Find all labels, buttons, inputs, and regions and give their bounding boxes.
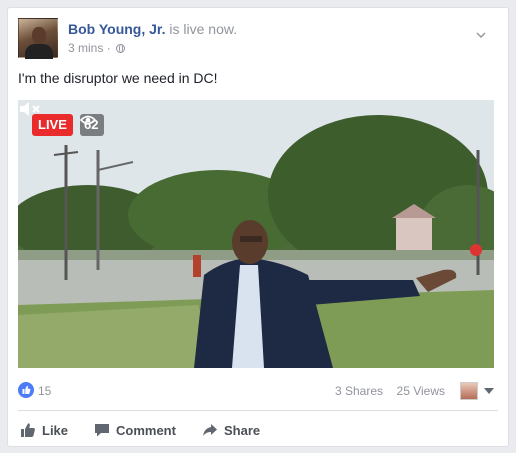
share-icon bbox=[203, 424, 217, 436]
author-avatar[interactable] bbox=[18, 18, 58, 59]
post-meta: 3 mins · bbox=[68, 41, 126, 55]
chevron-down-icon[interactable] bbox=[476, 30, 486, 40]
comment-label: Comment bbox=[116, 422, 176, 438]
comment-button[interactable]: Comment bbox=[94, 420, 176, 440]
live-video[interactable]: LIVE 62 bbox=[18, 100, 494, 368]
like-button[interactable]: Like bbox=[20, 420, 68, 440]
like-label: Like bbox=[42, 422, 69, 438]
thumbs-up-icon bbox=[21, 423, 35, 437]
eye-icon bbox=[80, 115, 96, 125]
profile-selector-avatar[interactable] bbox=[460, 382, 478, 400]
post-text: I'm the disruptor we need in DC! bbox=[18, 70, 218, 86]
post-time[interactable]: 3 mins bbox=[68, 41, 103, 55]
like-count[interactable]: 15 bbox=[38, 384, 51, 398]
shares-count[interactable]: 3 Shares bbox=[335, 384, 383, 398]
like-reaction-icon[interactable] bbox=[18, 382, 34, 398]
mute-icon[interactable] bbox=[18, 100, 42, 118]
engagement-stats: 15 3 Shares 25 Views bbox=[18, 380, 498, 402]
post-header: Bob Young, Jr. is live now. 3 mins · bbox=[18, 18, 498, 60]
comment-icon bbox=[95, 424, 109, 437]
globe-icon[interactable] bbox=[116, 44, 126, 53]
views-count[interactable]: 25 Views bbox=[397, 384, 445, 398]
viewer-count-badge: 62 bbox=[80, 114, 105, 136]
live-post-card: Bob Young, Jr. is live now. 3 mins · I'm… bbox=[7, 7, 509, 447]
share-label: Share bbox=[224, 422, 261, 438]
author-line: Bob Young, Jr. is live now. bbox=[68, 21, 237, 37]
action-bar: Like Comment Share bbox=[18, 418, 498, 442]
author-name[interactable]: Bob Young, Jr. bbox=[68, 21, 166, 37]
meta-separator: · bbox=[106, 41, 111, 55]
caret-down-icon[interactable] bbox=[484, 388, 494, 394]
share-button[interactable]: Share bbox=[202, 420, 260, 440]
video-frame bbox=[18, 100, 494, 368]
divider bbox=[18, 410, 498, 411]
live-status: is live now. bbox=[169, 21, 238, 37]
